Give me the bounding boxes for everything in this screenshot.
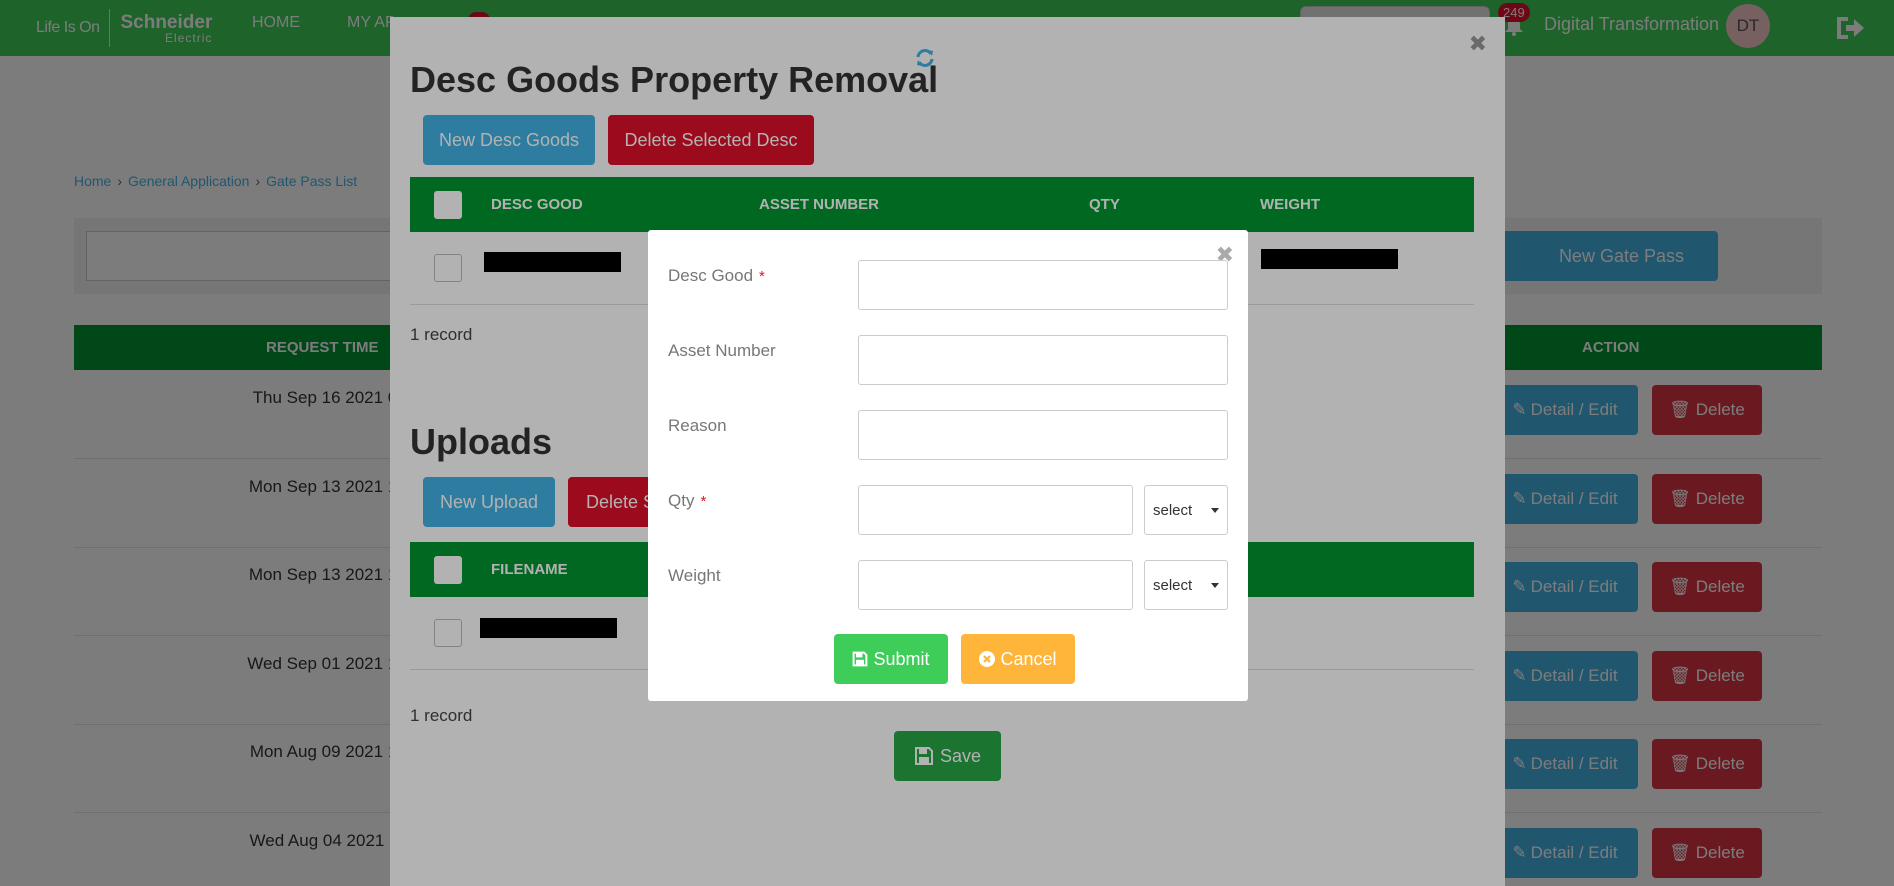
qty-label: Qty *: [668, 491, 706, 511]
weight-unit-select[interactable]: select: [1144, 560, 1228, 610]
submit-label: Submit: [873, 648, 930, 669]
desc-good-label-text: Desc Good: [668, 266, 754, 285]
qty-label-text: Qty: [668, 491, 695, 510]
add-desc-good-dialog: ✖ Desc Good * Asset Number Reason Qty * se…: [648, 230, 1248, 701]
required-marker: *: [759, 268, 765, 285]
reason-field[interactable]: [858, 410, 1228, 460]
qty-field[interactable]: [858, 485, 1133, 535]
submit-button[interactable]: Submit: [834, 634, 948, 684]
required-marker: *: [700, 493, 707, 510]
caret-down-icon: [1211, 583, 1219, 588]
qty-unit-value: select: [1153, 501, 1193, 519]
caret-down-icon: [1211, 508, 1219, 513]
reason-label: Reason: [668, 416, 727, 435]
weight-label: Weight: [668, 566, 721, 585]
weight-unit-value: select: [1153, 576, 1193, 594]
desc-good-label: Desc Good *: [668, 266, 765, 286]
qty-unit-select[interactable]: select: [1144, 485, 1228, 535]
desc-good-field[interactable]: [858, 260, 1228, 310]
cancel-button[interactable]: Cancel: [961, 634, 1075, 684]
times-circle-icon: [979, 651, 996, 667]
cancel-label: Cancel: [1000, 648, 1057, 669]
asset-number-label: Asset Number: [668, 341, 776, 360]
floppy-icon: [853, 651, 868, 667]
asset-number-field[interactable]: [858, 335, 1228, 385]
weight-field[interactable]: [858, 560, 1133, 610]
